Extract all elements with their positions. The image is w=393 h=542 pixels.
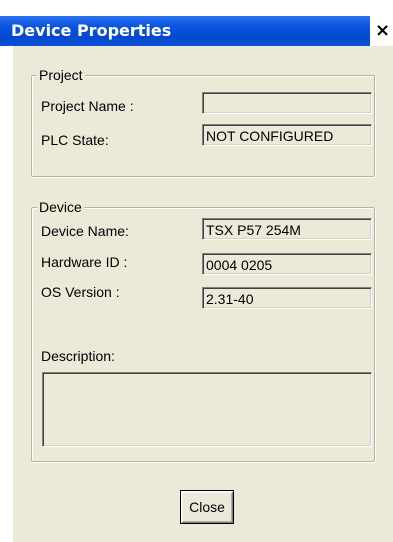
device-name-label: Device Name: [41,223,129,239]
close-icon[interactable]: × [372,16,393,46]
device-name-field: TSX P57 254M [202,218,372,240]
dialog-client-area: Project Project Name : PLC State: NOT CO… [13,46,393,542]
title-bar: Device Properties × [0,0,393,46]
description-label: Description: [41,348,115,364]
os-version-label: OS Version : [41,284,120,300]
project-name-field [202,92,372,114]
project-name-label: Project Name : [41,98,134,114]
project-group-legend: Project [37,67,85,83]
device-properties-dialog: Device Properties × Project Project Name… [0,0,393,542]
plc-state-field: NOT CONFIGURED [202,124,372,146]
hardware-id-label: Hardware ID : [41,254,128,270]
os-version-field: 2.31-40 [202,287,372,309]
description-field [42,372,372,447]
close-button[interactable]: Close [180,490,234,524]
hardware-id-field: 0004 0205 [202,253,372,275]
plc-state-label: PLC State: [41,132,109,148]
device-group-legend: Device [37,199,84,215]
dialog-title: Device Properties [11,21,172,40]
